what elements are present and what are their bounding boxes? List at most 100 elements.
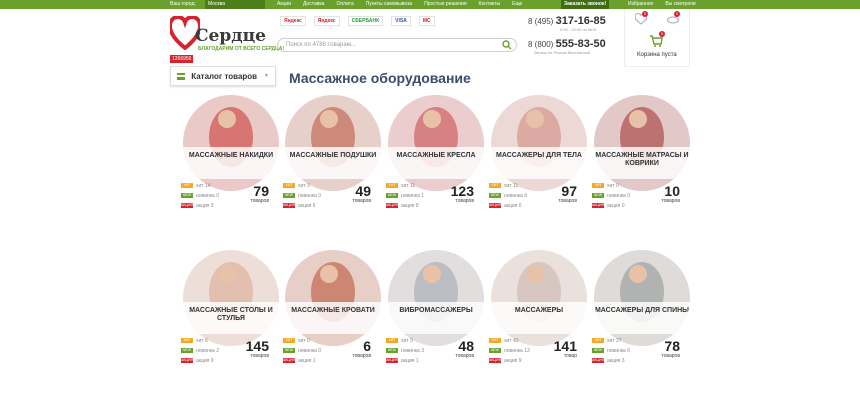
category-card[interactable]: Вибромассажеры ХИТ хит 9 NEW новинка 3 АКЦИЯ а… [386,250,488,375]
top-bar: Ваш город: Москва Акции Доставка Оплата … [0,0,860,9]
sale-tag: АКЦИЯ [489,358,502,364]
category-image[interactable]: Массажные накидки [183,95,279,191]
category-card[interactable]: Массажные кресла ХИТ хит 11 NEW новинка 1 АКЦ… [386,95,488,220]
category-card[interactable]: Массажеры для тела ХИТ хит 11 NEW новинка 9А… [489,95,591,220]
sale-stat: АКЦИЯ акция 0 [489,203,522,209]
category-stats: ХИТ хит 14 NEW новинка 0 АКЦИЯ акция 3 79 товар… [181,183,273,213]
sale-stat: АКЦИЯ акция 3 [592,358,625,364]
visa-logo: VISA [391,16,411,26]
viewed-link[interactable]: Вы смотрели [665,1,695,7]
product-count: 49 [355,183,371,199]
new-tag: NEW [592,193,604,199]
search-icon[interactable] [502,40,512,50]
callback-button[interactable]: Заказать звонок! [561,0,610,9]
top-right-links: Избранное Вы смотрели [628,1,696,7]
product-count: 79 [253,183,269,199]
catalog-label: Каталог товаров [191,72,258,81]
nav-link-promo[interactable]: Акции [277,1,291,7]
category-name[interactable]: Массажные кровати [285,302,381,334]
category-name[interactable]: Массажные подушки [285,147,381,179]
category-card[interactable]: Массажные матрасы и коврики ХИТ хит 0 NEW но… [592,95,694,220]
sale-stat: АКЦИЯ акция 1 [283,358,316,364]
category-image[interactable]: Массажеры для тела [491,95,587,191]
product-unit: товаров [558,198,577,204]
hit-stat: ХИТ хит 0 [283,338,375,348]
top-nav: Акции Доставка Оплата Пункты самовывоза … [277,1,534,7]
visit-counter: 1266956 [170,55,194,63]
sberbank-logo: СБЕРБАНК [347,16,384,26]
product-count: 48 [458,338,474,354]
category-name[interactable]: Массажные кресла [388,147,484,179]
site-logo[interactable]: Сердце БЛАГОДАРИМ ОТ ВСЕГО СЕРДЦА! 12669… [170,16,284,63]
new-tag: NEW [283,348,295,354]
category-card[interactable]: Массажные кровати ХИТ хит 0 NEW новинка 0 АКЦ… [283,250,385,375]
city-select[interactable]: Москва [205,0,265,9]
sale-tag: АКЦИЯ [386,203,399,209]
payment-methods: Яндекс Яндекс СБЕРБАНК VISA MC [280,16,435,26]
phone-russia[interactable]: 8 (800) 555-83-50 [528,38,606,50]
category-card[interactable]: Массажные подушки ХИТ хит 3 NEW новинка 0 АКЦ… [283,95,385,220]
new-tag: NEW [386,193,398,199]
cart-count-badge: 0 [659,31,665,37]
header-user-icons: 0 0 0 Корзина пуста [624,9,690,67]
category-image[interactable]: Массажеры для спины [594,250,690,346]
menu-icon [177,73,185,80]
catalog-button[interactable]: Каталог товаров ▼ [170,66,276,86]
product-unit: товаров [352,353,371,359]
category-stats: ХИТ хит 27 NEW новинка 6 АКЦИЯ акция 3 78 товар… [592,338,684,368]
nav-link-more[interactable]: Еще [512,1,522,7]
hit-tag: ХИТ [489,183,501,189]
category-card[interactable]: Массажеры ХИТ хит 43 NEW новинка 13 АКЦИЯ акци… [489,250,591,375]
favorites-link[interactable]: Избранное [628,1,653,7]
category-card[interactable]: Массажные столы и стулья ХИТ хит 6 NEW новин… [181,250,283,375]
product-count: 6 [363,338,371,354]
category-name[interactable]: Вибромассажеры [388,302,484,334]
sale-tag: АКЦИЯ [181,358,194,364]
sale-tag: АКЦИЯ [181,203,194,209]
category-image[interactable]: Массажные кресла [388,95,484,191]
logo-tagline: БЛАГОДАРИМ ОТ ВСЕГО СЕРДЦА! [198,46,285,52]
category-image[interactable]: Массажеры [491,250,587,346]
search-input[interactable]: Поиск по 4788 товарам... [277,38,517,52]
product-unit: товар [563,353,577,359]
hit-tag: ХИТ [386,338,398,344]
new-tag: NEW [489,348,501,354]
category-name[interactable]: Массажеры для спины [594,302,690,334]
hit-tag: ХИТ [283,183,295,189]
category-image[interactable]: Массажные матрасы и коврики [594,95,690,191]
nav-link-payment[interactable]: Оплата [336,1,353,7]
phone-moscow[interactable]: 8 (495) 317-16-85 [528,15,606,27]
category-stats: ХИТ хит 0 NEW новинка 0 АКЦИЯ акция 1 6 товаров [283,338,375,368]
product-count: 10 [664,183,680,199]
contact-phones: 8 (495) 317-16-85 9:00 - 22:00 по МСК 8 … [528,15,606,55]
nav-link-pickup[interactable]: Пункты самовывоза [366,1,413,7]
nav-link-delivery[interactable]: Доставка [303,1,324,7]
sale-tag: АКЦИЯ [592,203,605,209]
category-name[interactable]: Массажные накидки [183,147,279,179]
product-unit: товаров [250,353,269,359]
category-name[interactable]: Массажные столы и стулья [183,302,279,334]
category-card[interactable]: Массажные накидки ХИТ хит 14 NEW новинка 0 АК… [181,95,283,220]
product-count: 123 [450,183,474,199]
category-image[interactable]: Массажные подушки [285,95,381,191]
category-name[interactable]: Массажеры [491,302,587,334]
cart-status-label[interactable]: Корзина пуста [637,52,677,58]
sale-tag: АКЦИЯ [283,203,296,209]
category-image[interactable]: Массажные столы и стулья [183,250,279,346]
product-unit: товаров [455,353,474,359]
yandex-market-logo: Яндекс [280,16,306,26]
nav-link-solutions[interactable]: Простые решения [424,1,466,7]
category-image[interactable]: Вибромассажеры [388,250,484,346]
product-count: 145 [245,338,269,354]
category-image[interactable]: Массажные кровати [285,250,381,346]
category-name[interactable]: Массажные матрасы и коврики [594,147,690,179]
product-unit: товаров [455,198,474,204]
product-unit: товаров [661,198,680,204]
category-name[interactable]: Массажеры для тела [491,147,587,179]
new-tag: NEW [181,348,193,354]
category-card[interactable]: Массажеры для спины ХИТ хит 27 NEW новинка 6… [592,250,694,375]
nav-link-contacts[interactable]: Контакты [479,1,501,7]
favorites-count-badge: 0 [642,11,648,17]
product-count: 141 [553,338,577,354]
new-tag: NEW [181,193,193,199]
